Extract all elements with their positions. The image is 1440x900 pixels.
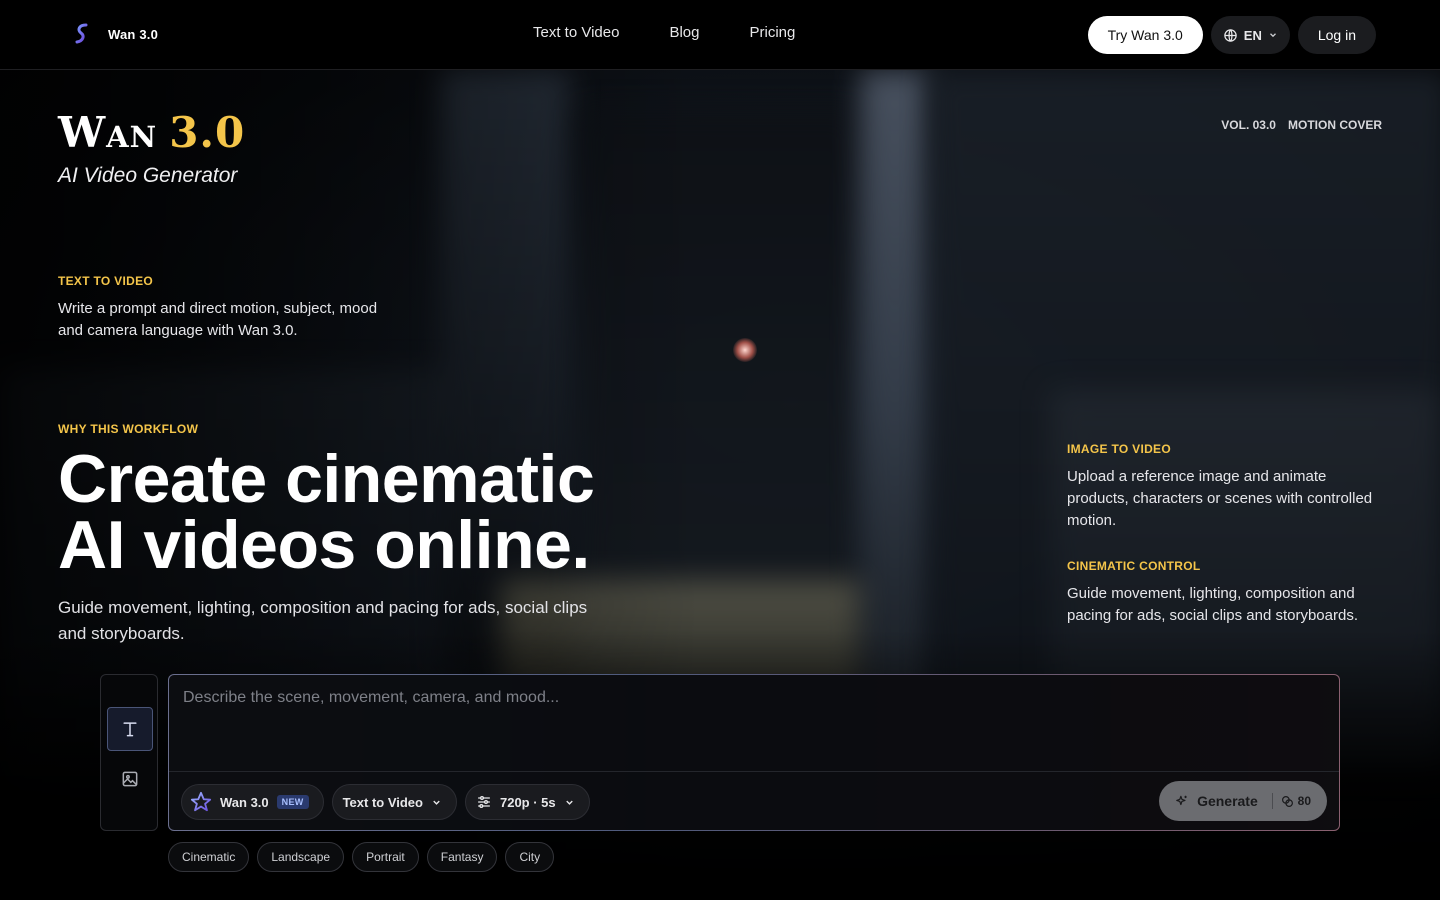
coins-icon (1281, 795, 1293, 807)
brand-home-link[interactable]: Wan 3.0 (70, 22, 158, 46)
volume-number: VOL. 03.0 (1221, 118, 1276, 132)
wordmark-name: Wan (58, 108, 158, 157)
brand-name: Wan 3.0 (108, 26, 159, 42)
chevron-down-icon (1269, 33, 1276, 38)
feature-image-to-video: IMAGE TO VIDEO Upload a reference image … (1067, 442, 1387, 532)
feature-eyebrow: IMAGE TO VIDEO (1067, 442, 1171, 456)
chip-cinematic[interactable]: Cinematic (168, 842, 250, 872)
feature-cinematic-control: CINEMATIC CONTROL Guide movement, lighti… (1067, 559, 1397, 627)
chip-fantasy[interactable]: Fantasy (426, 842, 498, 872)
volume-label: VOL. 03.0 MOTION COVER (1221, 118, 1382, 132)
main-nav: Text to Video Blog Pricing (533, 24, 795, 41)
mode-label: Text to Video (342, 794, 423, 810)
header-actions: Try Wan 3.0 EN Log in (1087, 16, 1376, 54)
image-mode-button[interactable] (107, 757, 153, 801)
nav-blog[interactable]: Blog (669, 24, 699, 41)
image-icon (122, 771, 138, 787)
hero-headline: Create cinematic AI videos online. (58, 445, 595, 579)
new-badge: NEW (276, 795, 309, 809)
generate-button[interactable]: Generate 80 (1159, 781, 1327, 821)
language-selector[interactable]: EN (1210, 16, 1290, 54)
language-label: EN (1243, 27, 1262, 43)
model-label: Wan 3.0 (220, 794, 269, 810)
hero-logo-title: Wan 3.0 AI Video Generator (58, 112, 245, 188)
headline-line-1: Create cinematic (58, 441, 595, 517)
feature-description: Write a prompt and direct motion, subjec… (58, 300, 378, 339)
cover-label: MOTION COVER (1287, 118, 1382, 132)
text-mode-button[interactable] (107, 707, 153, 751)
chip-portrait[interactable]: Portrait (352, 842, 419, 872)
generate-divider (1271, 793, 1273, 809)
sparkle-icon (1176, 795, 1187, 806)
model-selector[interactable]: Wan 3.0 NEW (181, 784, 324, 820)
try-wan-button[interactable]: Try Wan 3.0 (1087, 16, 1203, 54)
prompt-input[interactable] (169, 675, 1339, 772)
chip-city[interactable]: City (505, 842, 555, 872)
feature-eyebrow: TEXT TO VIDEO (58, 274, 154, 288)
nav-text-to-video[interactable]: Text to Video (533, 24, 619, 41)
feature-eyebrow: CINEMATIC CONTROL (1067, 559, 1201, 573)
chevron-down-icon (565, 800, 573, 805)
video-settings-label: 720p · 5s (499, 794, 556, 810)
generate-label: Generate (1197, 793, 1258, 809)
feature-text-to-video: TEXT TO VIDEO Write a prompt and direct … (58, 274, 378, 342)
prompt-composer: Wan 3.0 NEW Text to Video 720p · 5s Gene… (168, 674, 1340, 831)
headline-line-2: AI videos online. (58, 507, 590, 583)
why-workflow-eyebrow: WHY THIS WORKFLOW (58, 422, 199, 436)
hero-subheadline: Guide movement, lighting, composition an… (58, 598, 588, 643)
sliders-icon (477, 796, 490, 808)
login-button[interactable]: Log in (1297, 16, 1376, 54)
hero-logo-subtitle: AI Video Generator (58, 164, 238, 187)
nav-pricing[interactable]: Pricing (749, 24, 795, 41)
feature-description: Guide movement, lighting, composition an… (1067, 585, 1358, 624)
hero-wordmark: Wan 3.0 (58, 112, 245, 154)
mode-rail (100, 674, 158, 831)
chevron-down-icon (433, 800, 440, 805)
model-star-icon (190, 791, 212, 812)
globe-icon (1224, 28, 1237, 42)
mode-dropdown[interactable]: Text to Video (331, 784, 457, 820)
prompt-suggestion-chips: Cinematic Landscape Portrait Fantasy Cit… (168, 842, 555, 872)
chip-landscape[interactable]: Landscape (257, 842, 345, 872)
video-settings-dropdown[interactable]: 720p · 5s (464, 784, 590, 820)
credits-value: 80 (1297, 794, 1311, 808)
composer-toolbar: Wan 3.0 NEW Text to Video 720p · 5s (181, 784, 590, 820)
wordmark-version: 3.0 (169, 108, 246, 157)
text-t-icon (123, 722, 137, 737)
credits-cost: 80 (1281, 794, 1311, 808)
top-navigation-bar: Wan 3.0 Text to Video Blog Pricing Try W… (0, 0, 1440, 70)
wan-logo-icon (75, 23, 88, 44)
feature-description: Upload a reference image and animate pro… (1067, 468, 1373, 529)
